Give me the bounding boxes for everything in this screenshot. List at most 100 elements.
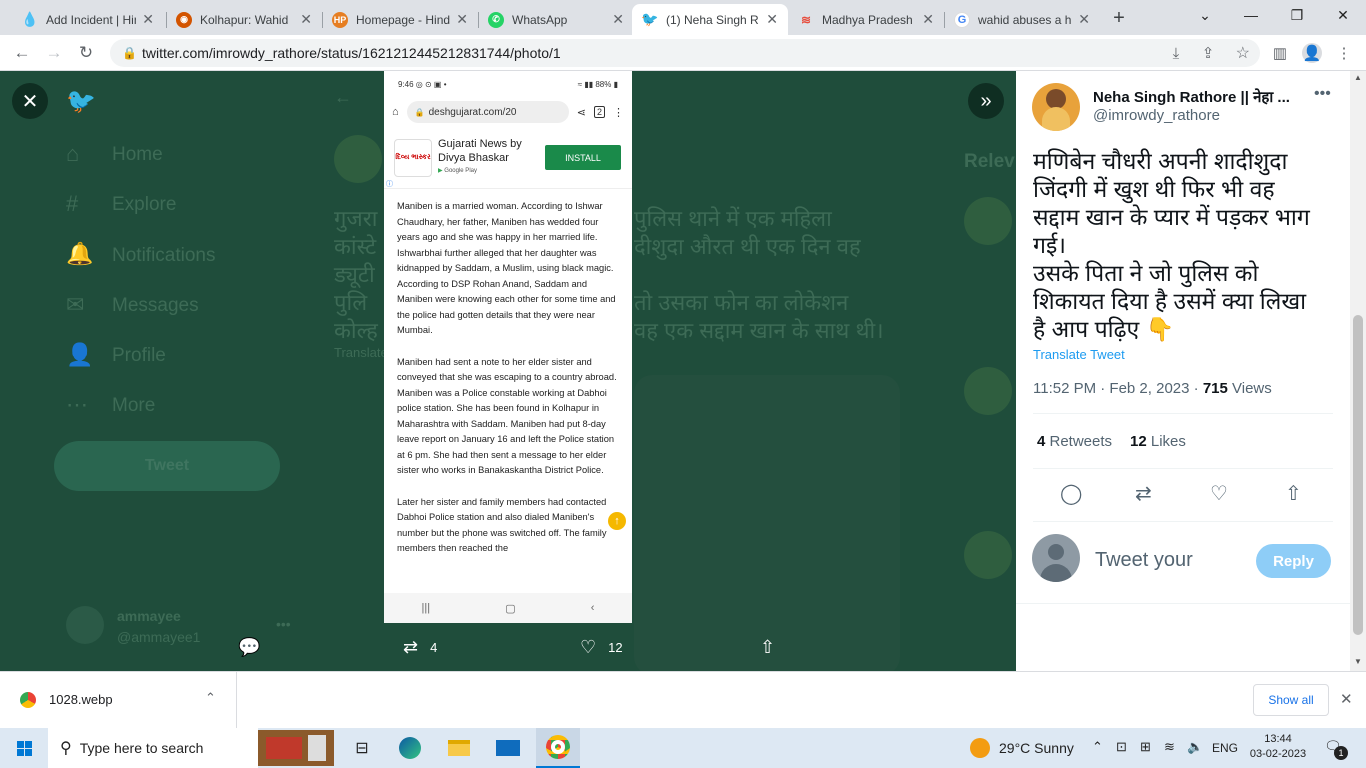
download-filename: 1028.webp xyxy=(49,692,113,707)
meet-icon[interactable]: ⊡ xyxy=(1116,739,1127,755)
scroll-down-icon[interactable]: ▼ xyxy=(1354,657,1362,666)
tweet-button-dimmed: Tweet xyxy=(54,441,280,491)
account-name: ammayee xyxy=(117,608,181,624)
bookmark-star-icon[interactable]: ☆ xyxy=(1236,43,1250,63)
download-item[interactable]: 1028.webp ⌃ xyxy=(0,672,237,728)
tweet-timestamp[interactable]: 11:52 PM · Feb 2, 2023 · 715 Views xyxy=(1033,380,1272,397)
back-button[interactable]: ← xyxy=(10,41,34,65)
share-icon[interactable]: ⇧ xyxy=(1285,481,1302,506)
ad-choices-icon: ⓘ xyxy=(386,181,393,188)
weather-sun-icon[interactable] xyxy=(970,738,990,758)
address-bar[interactable]: 🔒 twitter.com/imrowdy_rathore/status/162… xyxy=(110,39,1260,67)
reload-button[interactable]: ↻ xyxy=(74,41,98,65)
tab-1[interactable]: ◉ Kolhapur: Wahid ✕ xyxy=(166,4,322,35)
reply-icon[interactable]: ◯ xyxy=(1060,481,1082,506)
nav-explore: Explore xyxy=(112,194,177,215)
close-tab-icon[interactable]: ✕ xyxy=(142,11,154,28)
likes-count[interactable]: 12 Likes xyxy=(1130,433,1186,450)
volume-icon[interactable]: 🔈 xyxy=(1187,739,1203,755)
expand-panel-button[interactable]: » xyxy=(968,83,1004,119)
mail-icon[interactable] xyxy=(492,732,524,764)
whatsapp-icon: ✆ xyxy=(488,11,504,28)
tab-6[interactable]: G wahid abuses a h ✕ xyxy=(944,4,1100,35)
close-tab-icon[interactable]: ✕ xyxy=(766,11,778,28)
tab-0[interactable]: 💧 Add Incident | Hin ✕ xyxy=(12,4,164,35)
reply-button[interactable]: Reply xyxy=(1256,544,1331,578)
restore-button[interactable]: ❐ xyxy=(1274,0,1320,30)
tab-4-active[interactable]: 🐦 (1) Neha Singh R ✕ xyxy=(632,4,788,35)
ad-install-button: INSTALL xyxy=(545,145,621,170)
reply-icon: 💬 xyxy=(238,637,261,657)
tab-2[interactable]: HP Homepage - Hind ✕ xyxy=(322,4,478,35)
clock[interactable]: 13:44 03-02-2023 xyxy=(1248,732,1308,762)
forward-button[interactable]: → xyxy=(42,41,66,65)
close-tab-icon[interactable]: ✕ xyxy=(922,11,934,28)
wifi-icon[interactable]: ≋ xyxy=(1164,739,1175,755)
photo-share-button[interactable]: ⇧ xyxy=(760,637,787,658)
install-icon[interactable]: ⤓ xyxy=(1166,43,1186,63)
close-tab-icon[interactable]: ✕ xyxy=(456,11,468,28)
hidden-icons-chevron[interactable]: ⌃ xyxy=(1092,739,1103,755)
article-paragraph: Maniben is a married woman. According to… xyxy=(397,201,616,335)
tab-3[interactable]: ✆ WhatsApp ✕ xyxy=(478,4,634,35)
lock-icon[interactable]: 🔒 xyxy=(122,46,137,60)
download-chevron-icon[interactable]: ⌃ xyxy=(205,690,216,706)
photo-retweet-button[interactable]: ⇄ 4 xyxy=(403,637,437,658)
close-tab-icon[interactable]: ✕ xyxy=(1078,11,1090,28)
page-scrollbar[interactable]: ▲ ▼ xyxy=(1350,71,1366,671)
show-all-button[interactable]: Show all xyxy=(1253,684,1329,716)
tab-5[interactable]: ≋ Madhya Pradesh ✕ xyxy=(788,4,944,35)
side-panel-icon[interactable]: ▥ xyxy=(1270,43,1290,63)
tweet-photo[interactable]: 9:46 ◎ ⊙ ▣ • ≈ ▮▮ 88% ▮ ⌂ 🔒 deshgujarat.… xyxy=(384,71,632,623)
share-icon[interactable]: ⇪ xyxy=(1198,43,1218,63)
translate-tweet-link[interactable]: Translate Tweet xyxy=(1033,347,1125,362)
explore-icon: # xyxy=(66,191,79,216)
close-viewer-button[interactable]: ✕ xyxy=(12,83,48,119)
taskbar-widget[interactable] xyxy=(258,730,334,766)
author-name[interactable]: Neha Singh Rathore || नेहा ... xyxy=(1093,87,1303,107)
search-icon: ⚲ xyxy=(60,740,72,757)
retweets-count[interactable]: 4 Retweets xyxy=(1037,433,1112,450)
notification-badge: 1 xyxy=(1334,746,1348,760)
google-play-icon: ▶ xyxy=(438,168,443,174)
profile-icon[interactable]: 👤 xyxy=(1302,43,1322,63)
minimize-button[interactable]: — xyxy=(1228,0,1274,30)
relevant-avatar-2 xyxy=(964,367,1012,415)
close-download-bar-icon[interactable]: ✕ xyxy=(1340,690,1353,708)
author-handle[interactable]: @imrowdy_rathore xyxy=(1093,107,1220,124)
language-indicator[interactable]: ENG xyxy=(1212,741,1238,755)
scrollbar-thumb[interactable] xyxy=(1353,315,1363,635)
close-window-button[interactable]: ✕ xyxy=(1320,0,1366,30)
photo-like-button[interactable]: ♡ 12 xyxy=(580,637,623,658)
close-tab-icon[interactable]: ✕ xyxy=(612,11,624,28)
network-icon[interactable]: ⊞ xyxy=(1140,739,1151,755)
chrome-taskbar-icon[interactable] xyxy=(536,728,580,768)
like-heart-icon[interactable]: ♡ xyxy=(1210,481,1228,506)
menu-dots-icon[interactable]: ⋮ xyxy=(1334,43,1354,63)
phone-tabs-count: 2 xyxy=(593,106,605,118)
weather-text[interactable]: 29°C Sunny xyxy=(999,740,1074,756)
author-avatar[interactable] xyxy=(1032,83,1080,131)
tweet-more-icon[interactable]: ••• xyxy=(1314,85,1331,103)
scroll-up-icon[interactable]: ▲ xyxy=(1354,73,1362,82)
windows-start-icon[interactable] xyxy=(8,732,40,764)
new-tab-button[interactable]: + xyxy=(1106,6,1132,30)
phone-home-button-icon: ▢ xyxy=(505,602,516,615)
photo-reply-button[interactable]: 💬 xyxy=(238,637,272,658)
phone-nav-bar: ||| ▢ ‹ xyxy=(384,593,632,623)
edge-icon[interactable] xyxy=(394,732,426,764)
more-icon: ⋯ xyxy=(66,392,88,417)
profile-nav-icon: 👤 xyxy=(66,342,94,367)
task-view-icon[interactable]: ⊟ xyxy=(346,732,378,764)
ad-logo: દિવ્ય ભાસ્કર xyxy=(394,139,432,177)
toolbar: ← → ↻ 🔒 twitter.com/imrowdy_rathore/stat… xyxy=(0,35,1366,71)
windows-taskbar: ⚲ Type here to search ⊟ 29°C Sunny ⌃ ⊡ ⊞… xyxy=(0,728,1366,768)
ad-store: ▶ Google Play xyxy=(438,168,477,174)
file-explorer-icon[interactable] xyxy=(443,732,475,764)
nav-home: Home xyxy=(112,144,163,165)
close-tab-icon[interactable]: ✕ xyxy=(300,11,312,28)
taskbar-search[interactable]: ⚲ Type here to search xyxy=(48,728,258,768)
reply-input[interactable]: Tweet your xyxy=(1095,549,1193,572)
tab-search-icon[interactable]: ⌄ xyxy=(1182,0,1228,30)
retweet-icon[interactable]: ⇄ xyxy=(1135,481,1152,506)
